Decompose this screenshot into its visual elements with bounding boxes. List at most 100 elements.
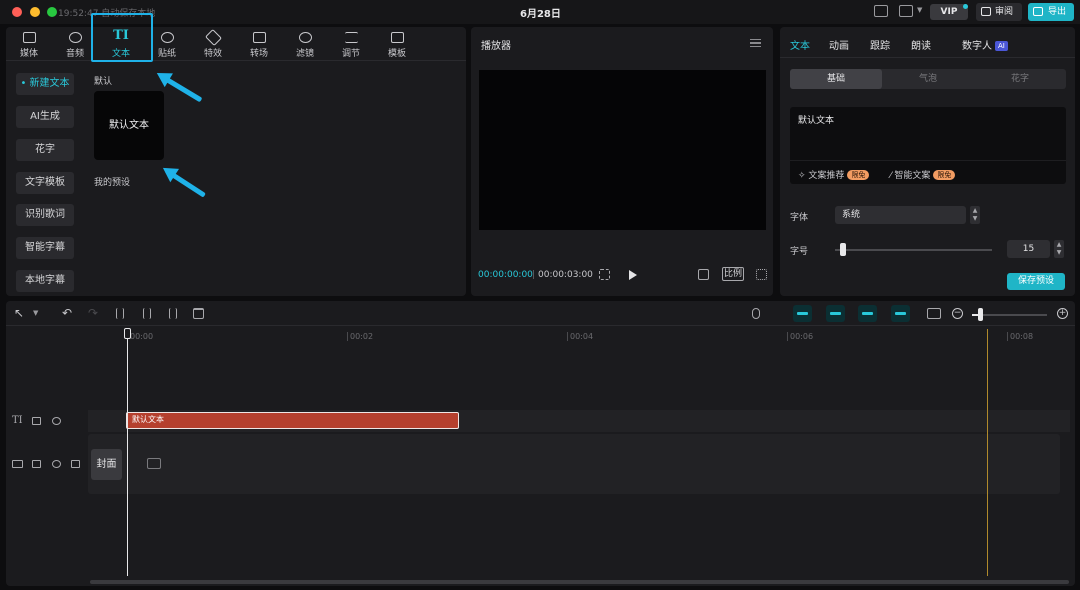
smart-copy-button[interactable]: ⁄ 智能文案 限免 <box>890 168 956 181</box>
font-select-stepper-icon[interactable]: ▲ ▼ <box>970 206 980 224</box>
zoom-slider-track[interactable] <box>972 314 1047 316</box>
zoom-out-icon[interactable]: − <box>952 308 963 319</box>
minimize-window-button[interactable] <box>30 7 40 17</box>
aspect-ratio-button[interactable]: 比例 <box>722 267 744 281</box>
tab-animation[interactable]: 动画 <box>829 37 849 52</box>
fullscreen-icon[interactable] <box>756 269 767 280</box>
layout-dropdown-icon[interactable]: ▼ <box>917 6 922 14</box>
subtab-bubble[interactable]: 气泡 <box>882 69 974 89</box>
tab-media[interactable]: 媒体 <box>6 27 52 61</box>
video-preview[interactable] <box>479 70 766 230</box>
ruler-label: 00:06 <box>790 332 814 341</box>
tab-digital-human[interactable]: 数字人 AI <box>962 37 1008 52</box>
tab-filter-label: 滤镜 <box>295 49 314 59</box>
ruler-label: 00:08 <box>1010 332 1034 341</box>
sidebar-item-text-template[interactable]: 文字模板 <box>16 172 74 194</box>
subtab-fancy[interactable]: 花字 <box>974 69 1066 89</box>
volume-icon[interactable] <box>71 460 80 468</box>
delete-icon[interactable] <box>193 308 204 319</box>
sidebar-item-smart-captions[interactable]: 智能字幕 <box>16 237 74 259</box>
maximize-window-button[interactable] <box>47 7 57 17</box>
tab-adjust[interactable]: 调节 <box>328 27 374 61</box>
play-icon[interactable] <box>629 270 637 280</box>
end-marker-line <box>987 329 988 576</box>
snap-align-icon[interactable] <box>891 305 910 322</box>
cover-button[interactable]: 封面 <box>91 449 122 480</box>
ruler-tick-mark <box>787 332 788 341</box>
redo-icon[interactable]: ↷ <box>88 306 98 320</box>
split-right-icon[interactable] <box>169 308 177 319</box>
tab-transition[interactable]: 转场 <box>236 27 282 61</box>
subtitle-split-icon[interactable] <box>927 308 941 319</box>
adjust-icon <box>344 32 358 43</box>
size-stepper-icon[interactable]: ▲ ▼ <box>1054 240 1064 258</box>
ruler-tick-mark <box>347 332 348 341</box>
copy-suggest-button[interactable]: ✧ 文案推荐 限免 <box>798 168 870 181</box>
size-slider-track[interactable] <box>835 249 992 251</box>
snap-preview-axis-icon[interactable] <box>858 305 877 322</box>
review-button[interactable]: 审阅 <box>976 3 1022 21</box>
layout-icon[interactable] <box>899 5 913 17</box>
split-left-icon[interactable] <box>143 308 151 319</box>
main-video-track[interactable] <box>88 434 1060 494</box>
sidebar-item-local-captions[interactable]: 本地字幕 <box>16 270 74 292</box>
sidebar-item-lyrics-recognition[interactable]: 识别歌词 <box>16 204 74 226</box>
text-content-field[interactable]: 默认文本 ✧ 文案推荐 限免 ⁄ 智能文案 限免 <box>790 107 1066 184</box>
chevron-down-icon[interactable]: ▼ <box>33 309 38 317</box>
tab-tracking[interactable]: 跟踪 <box>870 37 890 52</box>
playhead[interactable] <box>127 329 128 576</box>
limited-free-badge: 限免 <box>933 170 956 180</box>
sidebar-item-new-text[interactable]: 新建文本 <box>16 73 74 95</box>
select-tool-icon[interactable]: ↖ <box>14 306 24 320</box>
playhead-handle[interactable] <box>124 328 131 339</box>
undo-icon[interactable]: ↶ <box>62 306 72 320</box>
magic-wand-icon: ⁄ <box>890 171 892 181</box>
menu-icon[interactable] <box>750 39 761 47</box>
review-icon <box>981 7 991 16</box>
split-icon[interactable] <box>116 308 124 319</box>
snap-linkage-icon[interactable] <box>826 305 845 322</box>
template-icon <box>390 32 404 43</box>
project-title: 6月28日 <box>520 9 561 20</box>
fit-view-icon[interactable] <box>698 269 709 280</box>
text-clip[interactable]: 默认文本 <box>126 412 459 429</box>
effects-icon <box>204 29 222 46</box>
close-window-button[interactable] <box>12 7 22 17</box>
section-my-presets-heading: 我的预设 <box>94 178 131 188</box>
divider <box>790 160 1066 161</box>
sidebar-item-fancy-text[interactable]: 花字 <box>16 139 74 161</box>
export-button[interactable]: 导出 <box>1028 3 1074 21</box>
tab-digital-human-label: 数字人 <box>962 41 992 52</box>
media-tab-bar: 媒体 音频 TI 文本 贴纸 特效 转场 滤镜 调节 模板 <box>6 27 466 61</box>
shortcut-icon[interactable] <box>874 5 888 17</box>
export-icon <box>1033 7 1043 16</box>
microphone-icon[interactable] <box>752 308 760 319</box>
export-label: 导出 <box>1048 7 1067 17</box>
smart-copy-label: 智能文案 <box>894 171 931 181</box>
zoom-in-icon[interactable]: + <box>1057 308 1068 319</box>
zoom-slider-thumb[interactable] <box>978 308 983 321</box>
size-input[interactable]: 15 <box>1007 240 1050 258</box>
lock-icon[interactable] <box>32 417 41 425</box>
tab-read-aloud[interactable]: 朗读 <box>911 37 931 52</box>
eye-icon[interactable] <box>52 417 61 425</box>
tab-effects[interactable]: 特效 <box>190 27 236 61</box>
style-segmented-control: 基础 气泡 花字 <box>790 69 1066 89</box>
eye-icon[interactable] <box>52 460 61 468</box>
sidebar-item-ai-generate[interactable]: AI生成 <box>16 106 74 128</box>
tab-template[interactable]: 模板 <box>374 27 420 61</box>
default-text-preset[interactable]: 默认文本 <box>94 91 164 160</box>
tab-filter[interactable]: 滤镜 <box>282 27 328 61</box>
font-select[interactable]: 系统 <box>835 206 966 224</box>
subtab-basic[interactable]: 基础 <box>790 69 882 89</box>
waveform-icon[interactable] <box>599 269 610 280</box>
tab-text-props[interactable]: 文本 <box>790 37 810 52</box>
text-content-value[interactable]: 默认文本 <box>798 113 834 126</box>
save-preset-button[interactable]: 保存预设 <box>1007 273 1065 290</box>
size-slider-thumb[interactable] <box>840 243 846 256</box>
size-label: 字号 <box>790 247 809 257</box>
transition-icon <box>252 32 266 43</box>
snap-main-track-icon[interactable] <box>793 305 812 322</box>
lock-icon[interactable] <box>32 460 41 468</box>
horizontal-scrollbar[interactable] <box>90 580 1069 584</box>
